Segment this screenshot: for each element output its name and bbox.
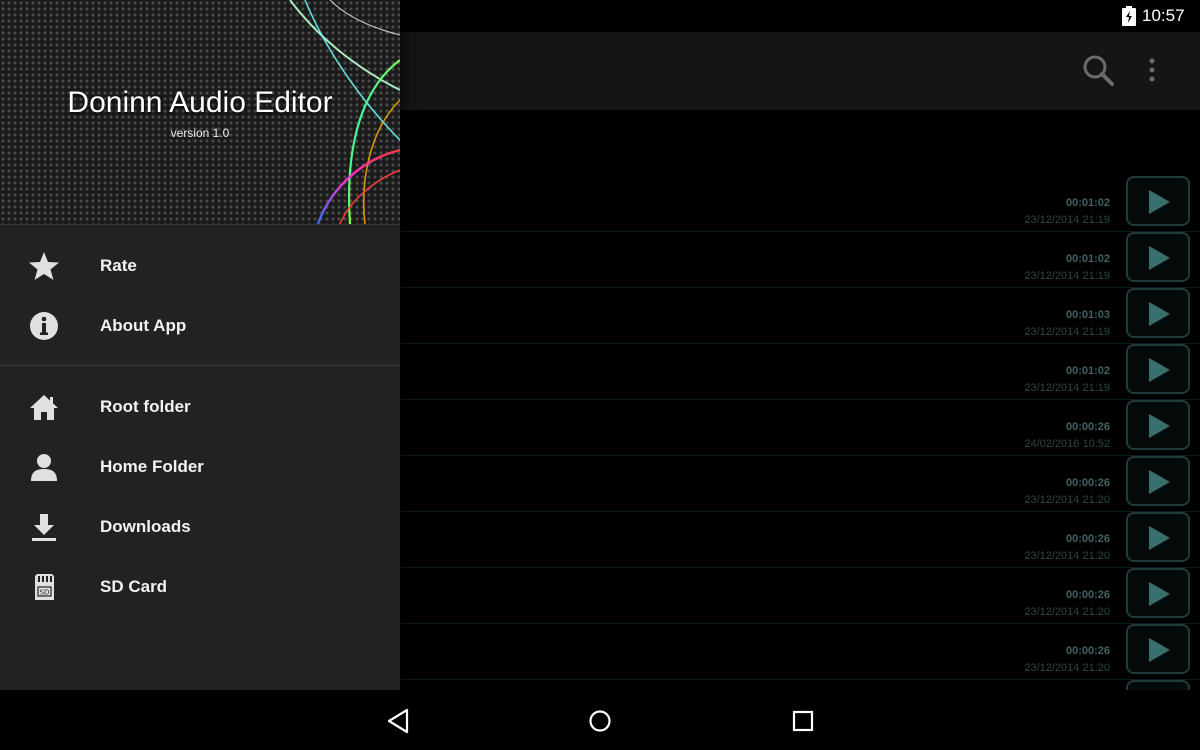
file-date: 23/12/2014 21:20	[1024, 662, 1110, 674]
file-duration: 00:00:26	[1065, 477, 1110, 489]
drawer-item-label: Root folder	[100, 397, 191, 416]
back-icon[interactable]	[385, 707, 413, 735]
drawer-item-label: SD Card	[100, 577, 168, 596]
info-icon	[30, 312, 58, 340]
play-button[interactable]	[1126, 624, 1190, 674]
play-icon	[1149, 470, 1170, 494]
search-icon[interactable]	[1080, 52, 1116, 88]
file-duration: 00:00:26	[1065, 645, 1110, 657]
home-icon	[30, 395, 58, 420]
clock: 10:57	[1142, 6, 1185, 25]
sd-card-icon: SD	[35, 574, 54, 600]
divider	[0, 365, 400, 366]
drawer-item-about[interactable]: About App	[0, 296, 400, 356]
system-nav-bar	[0, 690, 1200, 750]
play-icon	[1149, 526, 1170, 550]
file-duration: 00:01:02	[1065, 365, 1110, 377]
drawer-item-label: About App	[100, 316, 187, 335]
svg-text:SD: SD	[40, 589, 50, 597]
play-icon	[1149, 358, 1170, 382]
app-title: Doninn Audio Editor	[67, 86, 333, 119]
person-icon	[31, 454, 57, 481]
file-date: 23/12/2014 21:20	[1024, 494, 1110, 506]
navigation-drawer: Doninn Audio Editor version 1.0 Rate Abo…	[0, 0, 400, 690]
play-icon	[1149, 638, 1170, 662]
play-icon	[1149, 246, 1170, 270]
play-button[interactable]	[1126, 176, 1190, 226]
play-icon	[1149, 190, 1170, 214]
file-date: 23/12/2014 21:19	[1024, 214, 1110, 226]
play-button[interactable]	[1126, 512, 1190, 562]
drawer-item-sd-card[interactable]: SD SD Card	[0, 557, 400, 617]
app-version: version 1.0	[170, 126, 230, 140]
play-button[interactable]	[1126, 568, 1190, 618]
play-button[interactable]	[1126, 400, 1190, 450]
file-date: 23/12/2014 21:19	[1024, 270, 1110, 282]
drawer-item-root-folder[interactable]: Root folder	[0, 377, 400, 437]
home-button-icon[interactable]	[586, 707, 614, 735]
drawer-item-rate[interactable]: Rate	[0, 236, 400, 296]
file-duration: 00:01:02	[1065, 253, 1110, 265]
file-duration: 00:01:02	[1065, 197, 1110, 209]
battery-charging-icon	[1122, 6, 1136, 26]
play-button[interactable]	[1126, 232, 1190, 282]
play-button[interactable]	[1126, 680, 1190, 690]
drawer-item-home-folder[interactable]: Home Folder	[0, 437, 400, 497]
divider	[0, 224, 400, 225]
file-duration: 00:00:26	[1065, 533, 1110, 545]
play-icon	[1149, 414, 1170, 438]
drawer-item-label: Home Folder	[100, 457, 204, 476]
download-icon	[32, 514, 56, 541]
play-icon	[1149, 302, 1170, 326]
file-date: 23/12/2014 21:20	[1024, 606, 1110, 618]
drawer-item-downloads[interactable]: Downloads	[0, 497, 400, 557]
drawer-item-label: Downloads	[100, 517, 191, 536]
file-date: 24/02/2016 10:52	[1024, 438, 1110, 450]
play-button[interactable]	[1126, 288, 1190, 338]
play-icon	[1149, 582, 1170, 606]
file-date: 23/12/2014 21:20	[1024, 550, 1110, 562]
file-duration: 00:00:26	[1065, 589, 1110, 601]
drawer-item-label: Rate	[100, 256, 137, 275]
play-button[interactable]	[1126, 344, 1190, 394]
recents-icon[interactable]	[789, 707, 817, 735]
file-date: 23/12/2014 21:19	[1024, 382, 1110, 394]
star-icon	[29, 252, 59, 280]
file-duration: 00:00:26	[1065, 421, 1110, 433]
file-date: 23/12/2014 21:19	[1024, 326, 1110, 338]
drawer-header: Doninn Audio Editor version 1.0	[0, 0, 400, 224]
more-vert-icon[interactable]	[1140, 55, 1164, 85]
file-duration: 00:01:03	[1065, 309, 1110, 321]
play-button[interactable]	[1126, 456, 1190, 506]
